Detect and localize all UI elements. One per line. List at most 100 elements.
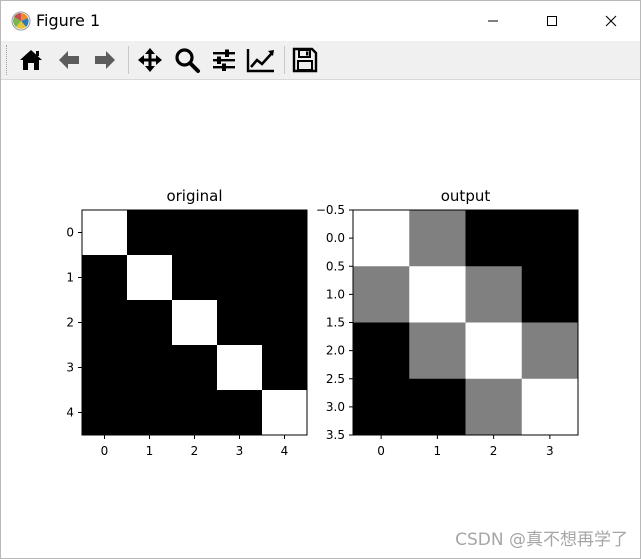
minimize-button[interactable] — [464, 1, 522, 41]
home-icon — [20, 50, 42, 70]
y-tick-label: 3 — [66, 361, 74, 375]
image-cell — [262, 390, 308, 436]
x-tick-label: 2 — [490, 444, 498, 458]
y-tick-label: 1.5 — [326, 316, 345, 330]
x-tick-label: 0 — [101, 444, 109, 458]
image-cell — [82, 345, 128, 391]
image-cell — [217, 390, 263, 436]
y-tick-label: 2.0 — [326, 344, 345, 358]
image-cell — [127, 300, 173, 346]
image-cell — [127, 390, 173, 436]
x-tick-label: 4 — [281, 444, 289, 458]
arrow-left-icon — [59, 51, 79, 69]
toolbar-grip — [6, 45, 9, 75]
subplot-output: output 0 1 2 3 −0.5 0.0 0.5 1.0 1.5 2.0 2.5 3.0 3.5 — [316, 187, 579, 458]
image-cell — [409, 210, 466, 267]
y-tick-label: 1 — [66, 271, 74, 285]
figure-window: Figure 1 original 0 1 2 3 4 0 1 2 3 4 ou… — [0, 0, 641, 559]
magnifier-icon — [175, 48, 200, 73]
image-cell — [217, 210, 263, 256]
image-cell — [127, 255, 173, 301]
image-cell — [521, 378, 579, 436]
y-tick-label: 2.5 — [326, 372, 345, 386]
x-tick-label: 1 — [146, 444, 154, 458]
image-cell — [353, 378, 410, 436]
image-cell — [353, 210, 410, 267]
image-cell — [409, 322, 466, 380]
arrow-right-icon — [95, 51, 115, 69]
axes-title: original — [166, 187, 222, 205]
image-cell — [82, 210, 128, 256]
y-tick-label: 1.0 — [326, 287, 345, 301]
sliders-icon — [213, 49, 235, 71]
image-cell — [82, 300, 128, 346]
x-tick-label: 0 — [377, 444, 385, 458]
y-tick-label: 0.5 — [326, 259, 345, 273]
image-cell — [262, 210, 308, 256]
x-tick-label: 2 — [191, 444, 199, 458]
maximize-icon — [547, 16, 557, 26]
watermark-text: CSDN @真不想再学了 — [455, 530, 628, 550]
y-tick-label: 2 — [66, 316, 74, 330]
image-cell — [82, 255, 128, 301]
image-cell — [217, 255, 263, 301]
subplots-button[interactable] — [208, 44, 240, 76]
move-icon — [138, 48, 162, 72]
image-cell — [465, 378, 523, 436]
image-cell — [217, 300, 263, 346]
image-cell — [217, 345, 263, 391]
image-cell — [465, 322, 523, 380]
image-cell — [465, 210, 523, 267]
toolbar-separator — [128, 46, 129, 74]
navigation-toolbar — [1, 41, 640, 80]
y-tick-label: 3.0 — [326, 400, 345, 414]
y-tick-label: −0.5 — [316, 203, 345, 217]
y-tick-label: 4 — [66, 406, 74, 420]
image-cell — [409, 266, 466, 323]
image-cell — [82, 390, 128, 436]
image-cell — [262, 345, 308, 391]
axes-title: output — [441, 187, 491, 205]
close-button[interactable] — [582, 1, 640, 41]
image-cell — [262, 255, 308, 301]
pan-button[interactable] — [134, 44, 166, 76]
x-tick-label: 3 — [236, 444, 244, 458]
image-cell — [172, 390, 218, 436]
toolbar-separator — [284, 46, 285, 74]
figure-canvas[interactable]: original 0 1 2 3 4 0 1 2 3 4 output 0 1 2 3 −0.5 0.0 0.5 1… — [1, 80, 640, 558]
image-cell — [353, 322, 410, 380]
matplotlib-logo-icon — [11, 11, 31, 31]
image-cell — [262, 300, 308, 346]
maximize-button[interactable] — [523, 1, 581, 41]
image-cell — [172, 210, 218, 256]
minimize-icon — [488, 20, 498, 22]
back-button[interactable] — [53, 44, 85, 76]
x-tick-label: 1 — [434, 444, 442, 458]
image-cell — [172, 255, 218, 301]
floppy-disk-icon — [292, 47, 318, 73]
forward-button[interactable] — [89, 44, 121, 76]
image-cell — [127, 210, 173, 256]
image-cell — [172, 300, 218, 346]
window-title: Figure 1 — [36, 11, 101, 30]
image-cell — [409, 378, 466, 436]
customize-button[interactable] — [245, 44, 277, 76]
y-tick-label: 0.0 — [326, 231, 345, 245]
image-cell — [521, 266, 579, 323]
image-cell — [172, 345, 218, 391]
subplot-original: original 0 1 2 3 4 0 1 2 3 4 — [66, 187, 308, 458]
image-cell — [521, 322, 579, 380]
line-chart-icon — [246, 49, 274, 73]
x-tick-label: 3 — [546, 444, 554, 458]
title-bar: Figure 1 — [1, 1, 640, 41]
image-cell — [465, 266, 523, 323]
y-tick-label: 0 — [66, 226, 74, 240]
close-icon — [605, 15, 617, 27]
home-button[interactable] — [15, 44, 47, 76]
y-tick-label: 3.5 — [326, 428, 345, 442]
image-cell — [521, 210, 579, 267]
image-cell — [127, 345, 173, 391]
save-button[interactable] — [289, 44, 321, 76]
zoom-button[interactable] — [171, 44, 203, 76]
image-cell — [353, 266, 410, 323]
